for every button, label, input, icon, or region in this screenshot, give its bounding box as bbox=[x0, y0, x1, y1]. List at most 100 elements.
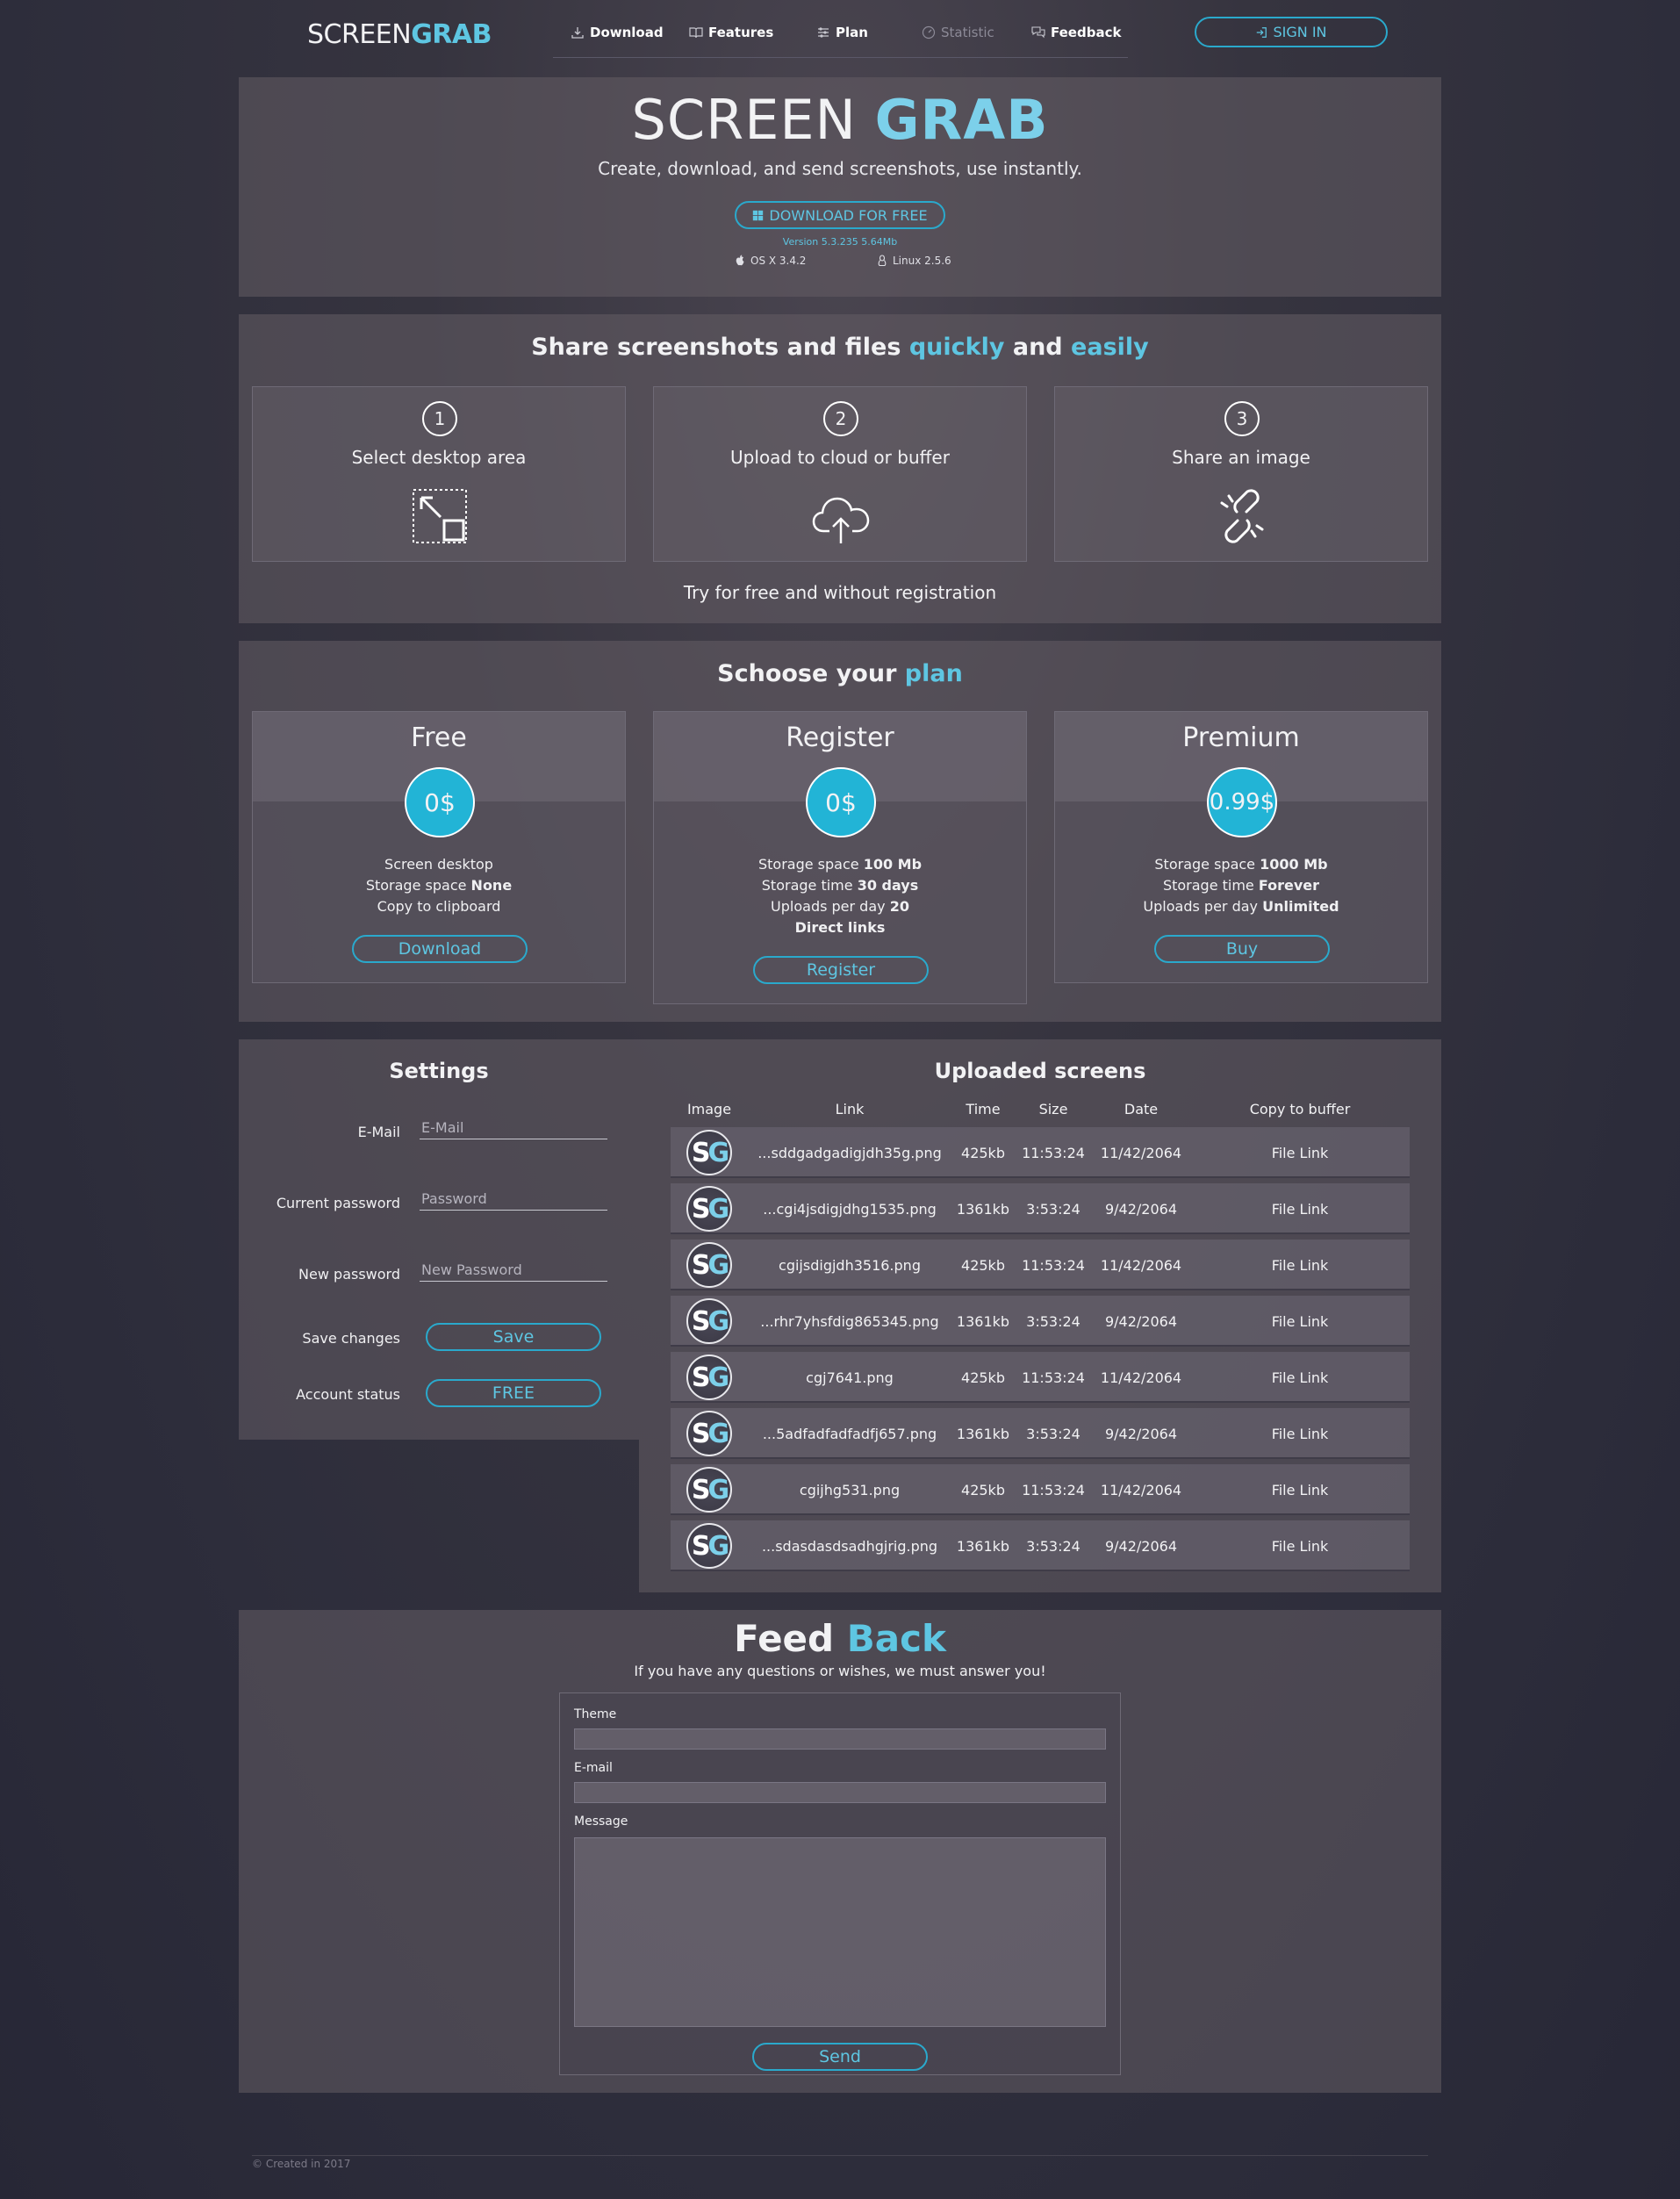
account-status-button[interactable]: FREE bbox=[426, 1379, 601, 1407]
download-for-free-button[interactable]: DOWNLOAD FOR FREE bbox=[735, 201, 945, 229]
copy-file-link[interactable]: File Link bbox=[1190, 1520, 1410, 1571]
share-title: Share screenshots and files quickly and … bbox=[239, 334, 1441, 361]
thumbnail-letter-s: S bbox=[691, 1530, 711, 1562]
file-link-name[interactable]: cgj7641.png bbox=[748, 1352, 951, 1403]
buy-plan-button[interactable]: Buy bbox=[1154, 935, 1330, 963]
email-field[interactable] bbox=[420, 1117, 607, 1139]
step-number-3: 3 bbox=[1224, 401, 1260, 436]
hero-title-bold: GRAB bbox=[874, 88, 1049, 152]
uploads-table-header: Image Link Time Size Date Copy to buffer bbox=[671, 1101, 1410, 1120]
nav-plan[interactable]: Plan bbox=[816, 25, 868, 40]
nav-download[interactable]: Download bbox=[571, 25, 664, 40]
share-title-easily: easily bbox=[1071, 334, 1149, 361]
feature-text: Storage space bbox=[365, 877, 471, 894]
thumbnail-logo-icon[interactable]: SG bbox=[686, 1411, 732, 1456]
thumbnail-letter-g: G bbox=[707, 1530, 729, 1562]
share-title-quickly: quickly bbox=[908, 334, 1005, 361]
site-logo[interactable]: SCREENGRAB bbox=[307, 19, 492, 50]
file-link-name[interactable]: ...sdasdasdsadhgjrig.png bbox=[748, 1520, 951, 1571]
copy-file-link[interactable]: File Link bbox=[1190, 1127, 1410, 1178]
feedback-email-field[interactable] bbox=[574, 1782, 1106, 1803]
file-size: 1361kb bbox=[956, 1312, 1010, 1330]
feature-text: Storage time bbox=[1162, 877, 1259, 894]
thumbnail-logo-icon[interactable]: SG bbox=[686, 1523, 732, 1569]
column-header-size: Size bbox=[1038, 1101, 1068, 1117]
copy-file-link[interactable]: File Link bbox=[1190, 1464, 1410, 1515]
upload-date: 11/42/2064 bbox=[1100, 1369, 1182, 1386]
current-password-field[interactable] bbox=[420, 1188, 607, 1211]
os-linux-link[interactable]: Linux 2.5.6 bbox=[877, 255, 951, 267]
sign-in-label: SIGN IN bbox=[1273, 24, 1327, 40]
feature-value: Direct links bbox=[794, 919, 886, 936]
apple-icon bbox=[736, 255, 744, 266]
account-status-label: Account status bbox=[296, 1386, 400, 1403]
nav-statistic[interactable]: Statistic bbox=[922, 25, 994, 40]
plan-name: Free bbox=[411, 722, 467, 753]
sign-in-icon bbox=[1257, 26, 1267, 38]
register-plan-button[interactable]: Register bbox=[753, 956, 929, 984]
settings-title: Settings bbox=[389, 1059, 489, 1083]
nav-features[interactable]: Features bbox=[689, 25, 773, 40]
copy-file-link[interactable]: File Link bbox=[1190, 1352, 1410, 1403]
thumbnail-logo-icon[interactable]: SG bbox=[686, 1467, 732, 1513]
email-label: E-Mail bbox=[357, 1124, 400, 1140]
row-thumbnail: SG bbox=[671, 1520, 748, 1571]
file-link-name[interactable]: ...5adfadfadfadfj657.png bbox=[748, 1408, 951, 1459]
thumbnail-letter-s: S bbox=[691, 1305, 711, 1337]
theme-field[interactable] bbox=[574, 1728, 1106, 1750]
feature-value: None bbox=[470, 877, 513, 894]
step-number-2: 2 bbox=[823, 401, 858, 436]
upload-time: 11:53:24 bbox=[1022, 1481, 1085, 1498]
feature-value: Unlimited bbox=[1262, 898, 1339, 915]
copy-file-link[interactable]: File Link bbox=[1190, 1296, 1410, 1347]
file-size: 1361kb bbox=[956, 1537, 1010, 1555]
thumbnail-logo-icon[interactable]: SG bbox=[686, 1130, 732, 1175]
copy-file-link[interactable]: File Link bbox=[1190, 1240, 1410, 1290]
table-row: S Gcgj7641.png 425kb 11:53:24 11/42/2064 File… bbox=[671, 1352, 1410, 1403]
column-header-date: Date bbox=[1124, 1101, 1159, 1117]
chat-icon bbox=[1031, 26, 1045, 39]
plan-feature: Copy to clipboard bbox=[253, 896, 625, 917]
file-link-name[interactable]: ...sddgadgadigjdh35g.png bbox=[748, 1127, 951, 1178]
file-link-name[interactable]: cgijhg531.png bbox=[748, 1464, 951, 1515]
plan-feature: Uploads per day Unlimited bbox=[1055, 896, 1427, 917]
feedback-title-a: Feed bbox=[734, 1617, 835, 1660]
nav-feedback[interactable]: Feedback bbox=[1031, 25, 1121, 40]
thumbnail-letter-s: S bbox=[691, 1418, 711, 1449]
upload-time: 3:53:24 bbox=[1026, 1537, 1081, 1555]
copy-file-link[interactable]: File Link bbox=[1190, 1408, 1410, 1459]
plans-section: Schoose your plan Free 0$ Screen desktop… bbox=[239, 641, 1441, 1022]
send-button[interactable]: Send bbox=[752, 2043, 928, 2071]
plan-price: 0$ bbox=[806, 767, 876, 837]
new-password-field[interactable] bbox=[420, 1259, 607, 1282]
download-plan-button[interactable]: Download bbox=[352, 935, 528, 963]
plan-features: Storage space 1000 Mb Storage time Forev… bbox=[1055, 854, 1427, 917]
feature-value: 30 days bbox=[857, 877, 919, 894]
os-mac-link[interactable]: OS X 3.4.2 bbox=[735, 255, 806, 267]
sign-in-button[interactable]: SIGN IN bbox=[1195, 17, 1388, 47]
plan-feature: Storage time 30 days bbox=[654, 875, 1026, 896]
row-thumbnail: SG bbox=[671, 1408, 748, 1459]
thumbnail-logo-icon[interactable]: SG bbox=[686, 1355, 732, 1400]
column-header-link: Link bbox=[835, 1101, 865, 1117]
file-link-name[interactable]: cgijsdigjdh3516.png bbox=[748, 1240, 951, 1290]
cloud-upload-icon bbox=[812, 497, 870, 543]
thumbnail-logo-icon[interactable]: SG bbox=[686, 1298, 732, 1344]
step-label-1: Select desktop area bbox=[351, 447, 527, 468]
plan-feature: Storage space None bbox=[253, 875, 625, 896]
thumbnail-letter-g: G bbox=[707, 1418, 729, 1449]
thumbnail-letter-s: S bbox=[691, 1193, 711, 1225]
upload-date: 9/42/2064 bbox=[1104, 1425, 1178, 1442]
upload-date: 11/42/2064 bbox=[1100, 1256, 1182, 1274]
share-title-text: Share screenshots and files bbox=[531, 334, 909, 361]
file-link-name[interactable]: ...cgi4jsdigjdhg1535.png bbox=[748, 1183, 951, 1234]
feedback-title: Feed Back bbox=[239, 1617, 1441, 1660]
settings-section: Settings E-Mail Current password New pas… bbox=[239, 1039, 639, 1440]
thumbnail-logo-icon[interactable]: SG bbox=[686, 1186, 732, 1232]
save-button[interactable]: Save bbox=[426, 1323, 601, 1351]
message-field[interactable] bbox=[574, 1837, 1106, 2027]
thumbnail-logo-icon[interactable]: SG bbox=[686, 1242, 732, 1288]
copy-file-link[interactable]: File Link bbox=[1190, 1183, 1410, 1234]
file-link-name[interactable]: ...rhr7yhsfdig865345.png bbox=[748, 1296, 951, 1347]
row-thumbnail: SG bbox=[671, 1296, 748, 1347]
